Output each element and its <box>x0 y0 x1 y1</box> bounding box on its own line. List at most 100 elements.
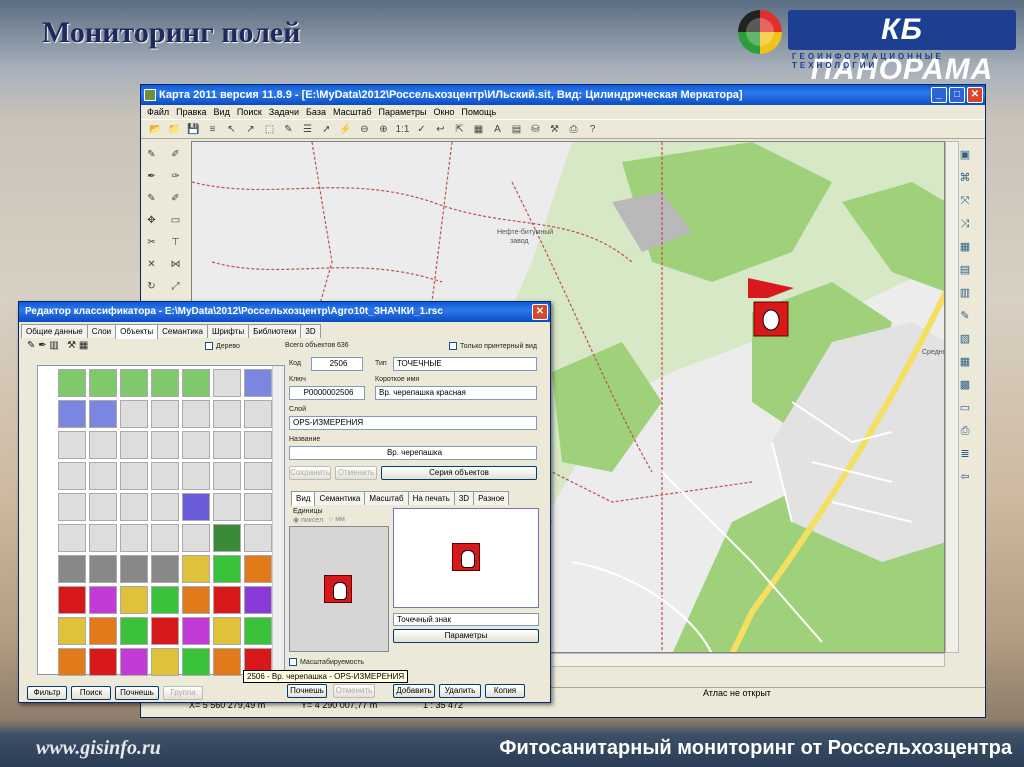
tab-semantics[interactable]: Семантика <box>157 324 208 338</box>
units-mm-radio[interactable]: ○ мм <box>329 516 345 523</box>
symbol-cell[interactable] <box>89 555 117 583</box>
menu-search[interactable]: Поиск <box>237 105 262 119</box>
name-field[interactable]: Вр. черепашка <box>289 446 537 460</box>
rect-icon[interactable]: ▭ <box>167 213 184 228</box>
symbol-cell[interactable] <box>151 555 179 583</box>
type-select[interactable]: ТОЧЕЧНЫЕ <box>393 357 537 371</box>
draw-icon[interactable]: ✎ <box>143 147 160 162</box>
close-button[interactable]: ✕ <box>967 87 983 103</box>
symbol-cell[interactable] <box>213 462 241 490</box>
symbol-cell[interactable] <box>89 586 117 614</box>
symbol-cell[interactable] <box>213 586 241 614</box>
layers-icon[interactable]: ≡ <box>204 122 221 137</box>
menu-scale[interactable]: Масштаб <box>333 105 372 119</box>
symbol-cell[interactable] <box>244 462 272 490</box>
restart-right-button[interactable]: Почнешь <box>287 684 327 698</box>
edit-node-icon[interactable]: ✎ <box>143 191 160 206</box>
rotate-icon[interactable]: ↻ <box>143 279 160 294</box>
symbol-cell[interactable] <box>120 462 148 490</box>
symbol-cell[interactable] <box>120 524 148 552</box>
tools-icon[interactable]: ⚒ <box>546 122 563 137</box>
delete-icon[interactable]: ✕ <box>143 257 160 272</box>
table-panel-icon[interactable]: ▦ <box>956 354 974 370</box>
group-button[interactable]: Группа <box>163 686 203 700</box>
zoom-in-icon[interactable]: ⊕ <box>375 122 392 137</box>
open-folder-icon[interactable]: 📂 <box>147 122 164 137</box>
symbol-cell[interactable] <box>182 493 210 521</box>
symbol-cell[interactable] <box>213 493 241 521</box>
select-area-icon[interactable]: ⬚ <box>261 122 278 137</box>
draw-line-icon[interactable]: ✐ <box>167 147 184 162</box>
tab-fonts[interactable]: Шрифты <box>207 324 250 338</box>
save-icon[interactable]: 💾 <box>185 122 202 137</box>
cut-icon[interactable]: ✂ <box>143 235 160 250</box>
copy-button[interactable]: Копия <box>485 684 525 698</box>
filter-button[interactable]: Фильтр <box>27 686 67 700</box>
symbol-cell[interactable] <box>120 369 148 397</box>
symbol-cell[interactable] <box>120 586 148 614</box>
symbol-cell[interactable] <box>151 400 179 428</box>
monitor-icon[interactable]: ▭ <box>956 400 974 416</box>
symbol-cell[interactable] <box>120 648 148 676</box>
add-button[interactable]: Добавить <box>393 684 435 698</box>
table-icon[interactable]: ▦ <box>470 122 487 137</box>
printer-only-checkbox[interactable]: Только принтерный вид <box>449 342 537 350</box>
symbol-cell[interactable] <box>58 369 86 397</box>
tab-general[interactable]: Общие данные <box>21 324 88 338</box>
pointer-icon[interactable]: ➚ <box>318 122 335 137</box>
symbol-cell[interactable] <box>58 648 86 676</box>
symbol-cell[interactable] <box>120 400 148 428</box>
symbol-cell[interactable] <box>151 369 179 397</box>
database-icon[interactable]: ⛁ <box>527 122 544 137</box>
symbol-cell[interactable] <box>244 586 272 614</box>
menu-help[interactable]: Помощь <box>461 105 496 119</box>
series-button[interactable]: Серия объектов <box>381 466 537 480</box>
subtab-view[interactable]: Вид <box>291 491 316 506</box>
units-pixel-radio[interactable]: ◉ пиксел <box>293 516 323 524</box>
symbol-cell[interactable] <box>151 586 179 614</box>
palette-scrollbar[interactable] <box>272 366 284 674</box>
key-field[interactable]: P0000002506 <box>289 386 365 400</box>
symbol-cell[interactable] <box>244 524 272 552</box>
code-field[interactable]: 2506 <box>311 357 363 371</box>
chart-icon[interactable]: ▧ <box>956 331 974 347</box>
symbol-cell[interactable] <box>151 524 179 552</box>
scale-icon[interactable]: ⤢ <box>167 279 184 294</box>
symbol-cell[interactable] <box>58 400 86 428</box>
matrix-icon[interactable]: ▥ <box>956 285 974 301</box>
subtab-print[interactable]: На печать <box>407 491 455 505</box>
symbol-cell[interactable] <box>89 369 117 397</box>
dialog-close-button[interactable]: ✕ <box>532 304 548 320</box>
sign-type-select[interactable]: Точечный знак <box>393 613 539 626</box>
symbol-cell[interactable] <box>89 400 117 428</box>
symbol-cell[interactable] <box>244 493 272 521</box>
symbol-cell[interactable] <box>182 586 210 614</box>
symbol-cell[interactable] <box>151 493 179 521</box>
layer-select[interactable]: OPS-ИЗМЕРЕНИЯ <box>289 416 537 430</box>
symbol-cell[interactable] <box>151 617 179 645</box>
subtab-misc[interactable]: Разное <box>473 491 510 505</box>
symbol-cell[interactable] <box>182 555 210 583</box>
menu-tasks[interactable]: Задачи <box>269 105 299 119</box>
symbol-cell[interactable] <box>213 369 241 397</box>
edit-contour-icon[interactable]: ✐ <box>167 191 184 206</box>
back-icon[interactable]: ↩ <box>432 122 449 137</box>
symbol-cell[interactable] <box>182 524 210 552</box>
symbol-cell[interactable] <box>244 400 272 428</box>
symbol-cell[interactable] <box>213 555 241 583</box>
symbol-cell[interactable] <box>58 617 86 645</box>
layers-panel-icon[interactable]: ▣ <box>956 147 974 163</box>
symbol-cell[interactable] <box>89 617 117 645</box>
symbol-cell[interactable] <box>213 431 241 459</box>
find-button[interactable]: Поиск <box>71 686 111 700</box>
help-icon[interactable]: ? <box>584 122 601 137</box>
parameters-button[interactable]: Параметры <box>393 629 539 643</box>
scalable-checkbox[interactable]: Масштабируемость <box>289 658 364 666</box>
edit-icon[interactable]: ✎ <box>280 122 297 137</box>
flash-icon[interactable]: ⚡ <box>337 122 354 137</box>
move-icon[interactable]: ✥ <box>143 213 160 228</box>
symbol-cell[interactable] <box>182 400 210 428</box>
text-icon[interactable]: A <box>489 122 506 137</box>
symbol-cell[interactable] <box>182 648 210 676</box>
restart-button[interactable]: Почнешь <box>115 686 159 700</box>
